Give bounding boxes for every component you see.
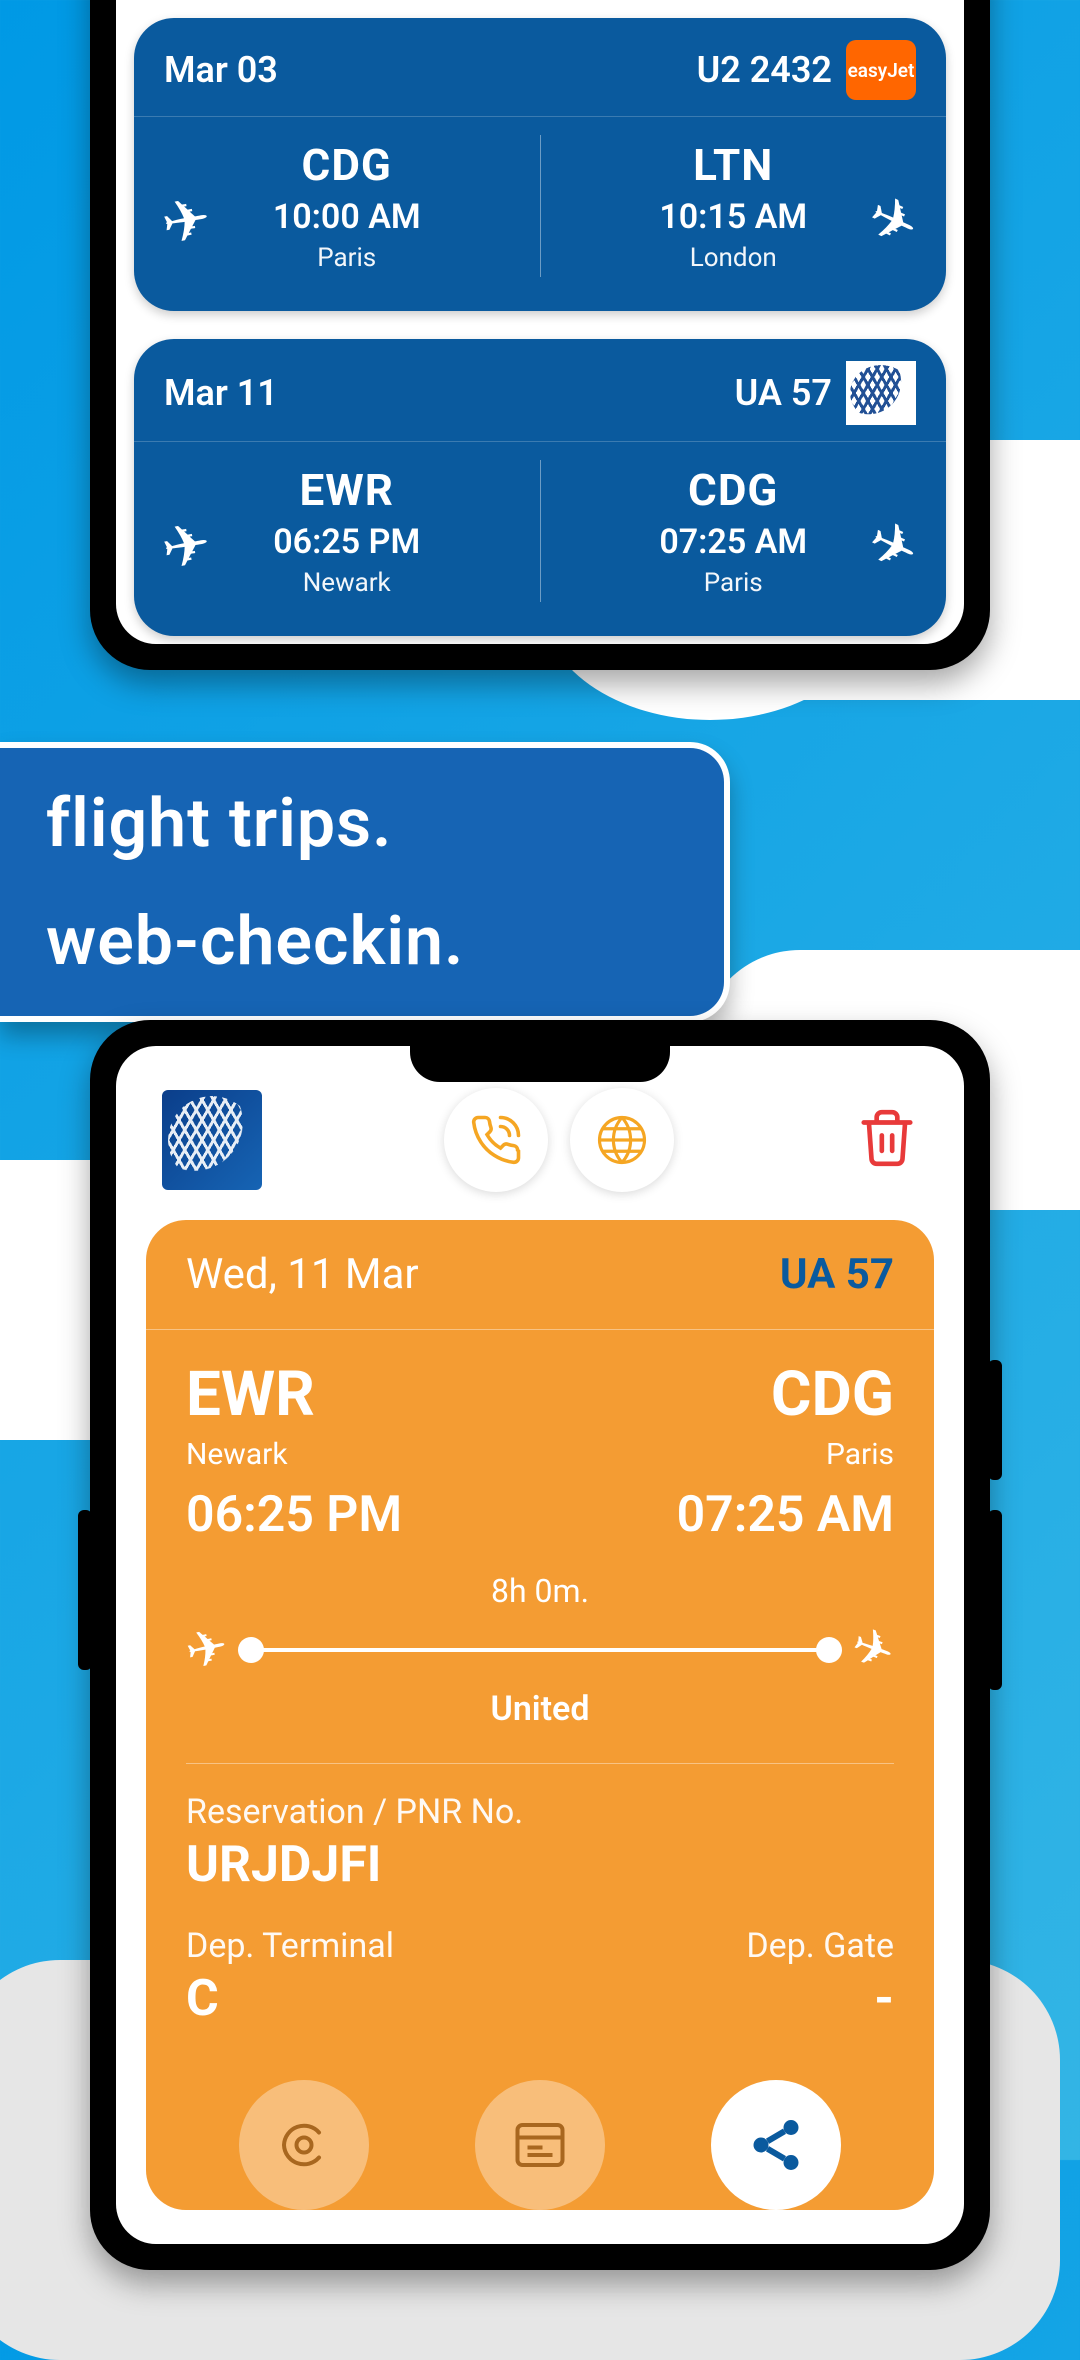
- banner-line: flight trips.: [46, 783, 678, 863]
- phone-frame-bottom: Wed, 11 Mar UA 57 EWR Newark 06:25 PM CD…: [90, 1020, 990, 2270]
- detail-date: Wed, 11 Mar: [186, 1250, 419, 1299]
- dep-city: Paris: [317, 243, 376, 273]
- airline-name: United: [490, 1689, 589, 1729]
- delete-button[interactable]: [856, 1103, 918, 1177]
- pnr-label: Reservation / PNR No.: [186, 1792, 894, 1832]
- gate-value: -: [746, 1970, 894, 2028]
- flight-date: Mar 11: [164, 372, 278, 414]
- easyjet-logo-icon: easyJet: [846, 40, 916, 100]
- detail-arr-code: CDG: [771, 1358, 894, 1431]
- phone-frame-top: Mar 03 U2 2432 easyJet ✈ CDG 10:00 AM Pa…: [90, 0, 990, 670]
- plane-takeoff-icon: ✈: [180, 1616, 233, 1682]
- action-button-1[interactable]: [239, 2080, 369, 2210]
- call-button[interactable]: [444, 1088, 548, 1192]
- united-logo-icon: [846, 361, 916, 425]
- pnr-value: URJDJFI: [186, 1836, 894, 1894]
- arr-city: Paris: [704, 568, 763, 598]
- arr-time: 07:25 AM: [659, 522, 807, 562]
- gate-label: Dep. Gate: [746, 1926, 894, 1966]
- dep-code: CDG: [302, 139, 392, 191]
- dep-time: 10:00 AM: [273, 197, 421, 237]
- web-button[interactable]: [570, 1088, 674, 1192]
- detail-dep-city: Newark: [186, 1437, 402, 1472]
- dep-time: 06:25 PM: [273, 522, 420, 562]
- progress-track: [242, 1648, 838, 1652]
- detail-dep-code: EWR: [186, 1358, 402, 1431]
- detail-dep-time: 06:25 PM: [186, 1486, 402, 1544]
- terminal-label: Dep. Terminal: [186, 1926, 394, 1966]
- flight-date: Mar 03: [164, 49, 278, 91]
- dep-code: EWR: [300, 464, 394, 516]
- banner-line: web-checkin.: [46, 901, 678, 981]
- airline-logo-icon[interactable]: [162, 1090, 262, 1190]
- detail-arr-time: 07:25 AM: [677, 1486, 894, 1544]
- arr-city: London: [690, 243, 777, 273]
- flight-number: UA 57: [735, 372, 832, 414]
- detail-arr-city: Paris: [826, 1437, 894, 1472]
- flight-duration: 8h 0m.: [491, 1572, 589, 1610]
- flight-card[interactable]: Mar 11 UA 57 ✈ EWR 06:25 PM Newark: [134, 339, 946, 636]
- action-button-2[interactable]: [475, 2080, 605, 2210]
- arr-time: 10:15 AM: [659, 197, 807, 237]
- promo-banner: flight trips. web-checkin.: [0, 742, 730, 1022]
- phone-notch: [410, 1046, 670, 1082]
- flight-card[interactable]: Mar 03 U2 2432 easyJet ✈ CDG 10:00 AM Pa…: [134, 18, 946, 311]
- terminal-value: C: [186, 1970, 394, 2028]
- dep-city: Newark: [303, 568, 391, 598]
- plane-landing-icon: ✈: [843, 1615, 903, 1685]
- arr-code: LTN: [693, 139, 773, 191]
- arr-code: CDG: [688, 464, 778, 516]
- flight-detail-card: Wed, 11 Mar UA 57 EWR Newark 06:25 PM CD…: [146, 1220, 934, 2210]
- flight-number: U2 2432: [697, 49, 832, 91]
- detail-flight-number: UA 57: [780, 1250, 894, 1299]
- share-button[interactable]: [711, 2080, 841, 2210]
